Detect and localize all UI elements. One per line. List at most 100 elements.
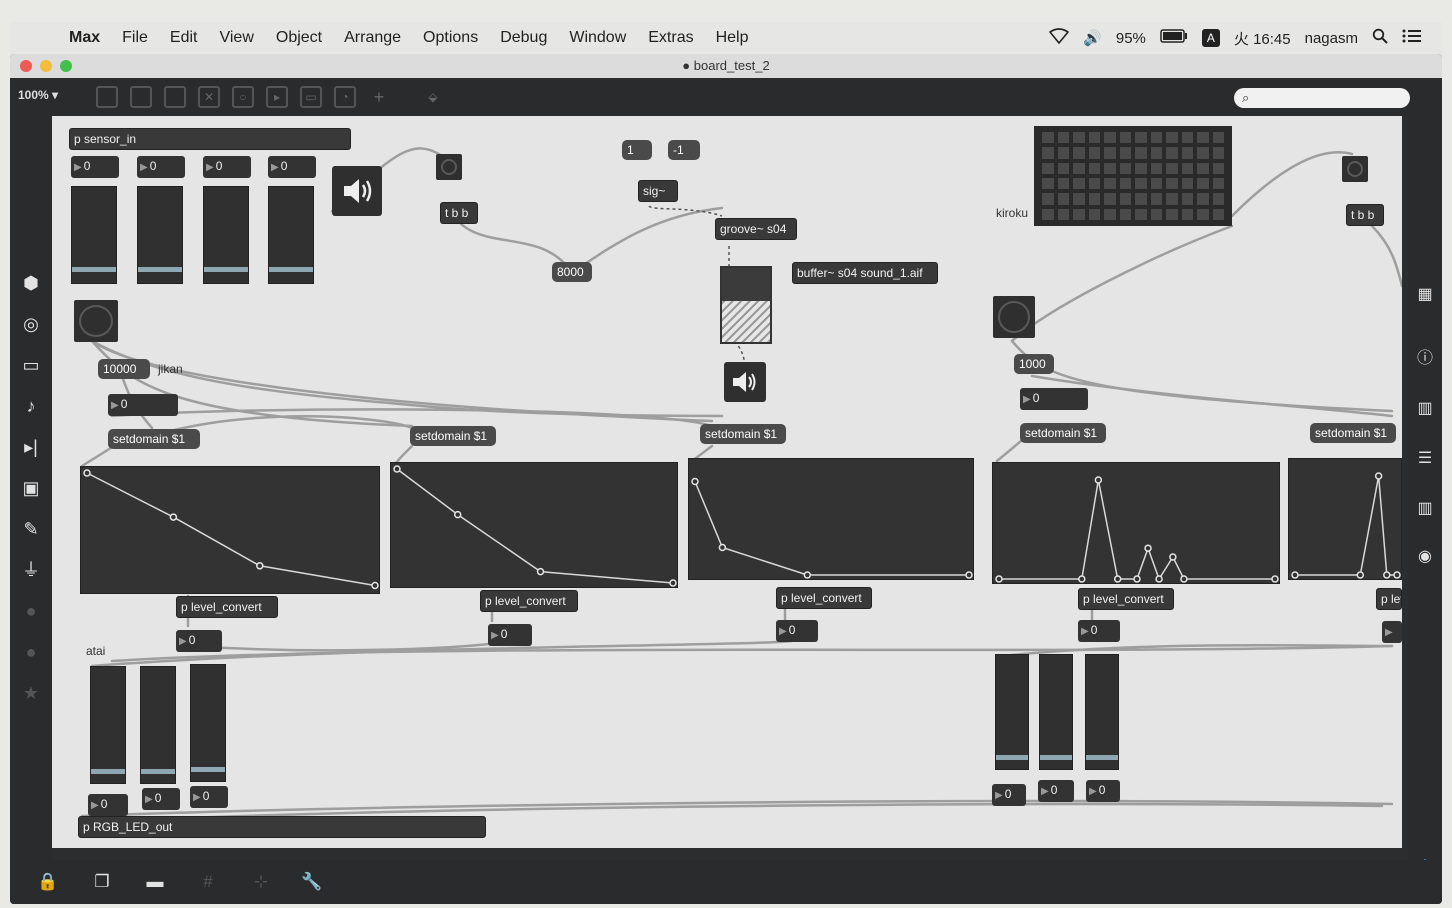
new-comment-icon[interactable] <box>164 86 186 108</box>
matrix-cell[interactable] <box>1073 208 1085 220</box>
add-object-icon[interactable]: + <box>368 86 390 108</box>
matrix-cell[interactable] <box>1150 132 1162 144</box>
jikan-number[interactable]: ▶ 0 <box>108 394 178 416</box>
menu-options[interactable]: Options <box>412 29 489 47</box>
function-breakpoint[interactable] <box>718 543 727 552</box>
function-editor-5[interactable] <box>1288 458 1402 580</box>
message-1[interactable]: 1 <box>622 140 652 160</box>
setdomain-message-4[interactable]: setdomain $1 <box>1020 423 1106 443</box>
menu-arrange[interactable]: Arrange <box>333 29 412 47</box>
matrix-cell[interactable] <box>1197 177 1209 190</box>
patcher-canvas[interactable]: p sensor_in ▶ 0 ▶ 0 ▶ 0 ▶ 0 t b b 1 -1 sig~ … <box>52 116 1402 848</box>
package-icon[interactable]: ⬢ <box>18 270 44 296</box>
matrix-cell[interactable] <box>1166 193 1178 205</box>
matrix-cell[interactable] <box>1150 177 1162 190</box>
menu-help[interactable]: Help <box>705 29 760 47</box>
level-number-4[interactable]: ▶ 0 <box>1078 620 1120 642</box>
ezdac-speaker-1[interactable] <box>332 166 382 216</box>
menu-debug[interactable]: Debug <box>489 29 558 47</box>
matrix-cell[interactable] <box>1212 193 1224 205</box>
function-breakpoint[interactable] <box>1291 571 1299 579</box>
function-breakpoint[interactable] <box>1133 575 1141 583</box>
slider-knob[interactable] <box>191 767 225 773</box>
matrix-cell[interactable] <box>1150 193 1162 205</box>
matrix-cell[interactable] <box>1181 132 1193 144</box>
paint-bucket-icon[interactable]: ⬙ <box>422 86 444 108</box>
function-breakpoint[interactable] <box>669 579 677 587</box>
slider-knob[interactable] <box>1086 755 1118 761</box>
matrix-cell[interactable] <box>1104 193 1116 205</box>
matrix-cell[interactable] <box>1119 132 1131 144</box>
matrix-cell[interactable] <box>1119 208 1131 220</box>
right-number[interactable]: ▶ 0 <box>1020 388 1088 410</box>
right-output-number-2[interactable]: ▶ 0 <box>1038 780 1074 802</box>
matrix-cell[interactable] <box>1088 208 1100 220</box>
menu-extras[interactable]: Extras <box>637 29 704 47</box>
matrix-cell[interactable] <box>1088 132 1100 144</box>
slider-knob[interactable] <box>996 755 1028 761</box>
function-breakpoint[interactable] <box>1271 575 1279 583</box>
ezdac-speaker-2[interactable] <box>724 362 766 402</box>
matrix-cell[interactable] <box>1135 132 1147 144</box>
message-8000[interactable]: 8000 <box>552 262 592 282</box>
matrix-cell[interactable] <box>1181 208 1193 220</box>
sensor-number-1[interactable]: ▶ 0 <box>71 156 119 178</box>
matrix-cell[interactable] <box>1212 177 1224 190</box>
matrix-cell[interactable] <box>1197 208 1209 220</box>
waveform-display[interactable] <box>720 266 772 344</box>
matrix-cell[interactable] <box>1119 162 1131 174</box>
function-breakpoint[interactable] <box>1078 575 1086 583</box>
matrix-cell[interactable] <box>1088 162 1100 174</box>
search-input[interactable]: ⌕ <box>1234 88 1410 108</box>
sensor-slider-4[interactable] <box>268 186 314 284</box>
right-slider-2[interactable] <box>1039 654 1073 770</box>
function-breakpoint[interactable] <box>965 571 973 579</box>
new-bang-icon[interactable]: ○ <box>232 86 254 108</box>
matrix-cell[interactable] <box>1212 147 1224 159</box>
function-breakpoint[interactable] <box>1113 575 1122 583</box>
message-10000[interactable]: 10000 <box>98 359 150 379</box>
level-convert-3[interactable]: p level_convert <box>776 587 872 609</box>
matrix-cell[interactable] <box>1197 162 1209 174</box>
trigger-object-right[interactable]: t b b <box>1346 204 1384 226</box>
new-toggle-icon[interactable]: ✕ <box>198 86 220 108</box>
new-dial-icon[interactable]: ◔ <box>334 86 356 108</box>
comment-icon[interactable]: ▬ <box>143 870 167 894</box>
level-number-3[interactable]: ▶ 0 <box>776 620 818 642</box>
matrix-cell[interactable] <box>1181 147 1193 159</box>
matrix-cell[interactable] <box>1197 193 1209 205</box>
wifi-icon[interactable] <box>1049 28 1070 48</box>
matrix-cell[interactable] <box>1042 132 1054 144</box>
function-editor-4[interactable] <box>992 462 1280 584</box>
message-1000[interactable]: 1000 <box>1014 354 1054 374</box>
bang-right[interactable] <box>1342 156 1368 182</box>
slider-knob[interactable] <box>1040 755 1072 761</box>
function-breakpoint[interactable] <box>453 510 462 519</box>
function-breakpoint[interactable] <box>1356 571 1365 579</box>
matrix-cell[interactable] <box>1042 177 1054 190</box>
function-breakpoint[interactable] <box>169 513 178 521</box>
right-output-number-3[interactable]: ▶ 0 <box>1086 780 1120 802</box>
output-slider-1[interactable] <box>90 666 126 784</box>
function-editor-3[interactable] <box>688 458 974 580</box>
slider-knob[interactable] <box>269 267 313 273</box>
function-breakpoint[interactable] <box>803 571 812 579</box>
matrix-cell[interactable] <box>1197 132 1209 144</box>
buffer-object[interactable]: buffer~ s04 sound_1.aif <box>792 262 938 284</box>
level-number-5[interactable]: ▶ <box>1382 621 1402 643</box>
matrix-cell[interactable] <box>1119 193 1131 205</box>
level-number-1[interactable]: ▶ 0 <box>176 630 222 652</box>
sensor-slider-1[interactable] <box>71 186 117 284</box>
new-object-icon[interactable] <box>96 86 118 108</box>
message-minus-1[interactable]: -1 <box>668 140 700 160</box>
matrix-cell[interactable] <box>1197 147 1209 159</box>
matrix-cell[interactable] <box>1150 162 1162 174</box>
right-slider-1[interactable] <box>995 654 1029 770</box>
sensor-number-4[interactable]: ▶ 0 <box>268 156 316 178</box>
new-number-icon[interactable]: ▸ <box>266 86 288 108</box>
menu-view[interactable]: View <box>208 29 264 47</box>
matrix-cell[interactable] <box>1135 147 1147 159</box>
function-breakpoint[interactable] <box>83 469 91 477</box>
matrix-cell[interactable] <box>1073 177 1085 190</box>
battery-icon[interactable] <box>1160 29 1188 47</box>
